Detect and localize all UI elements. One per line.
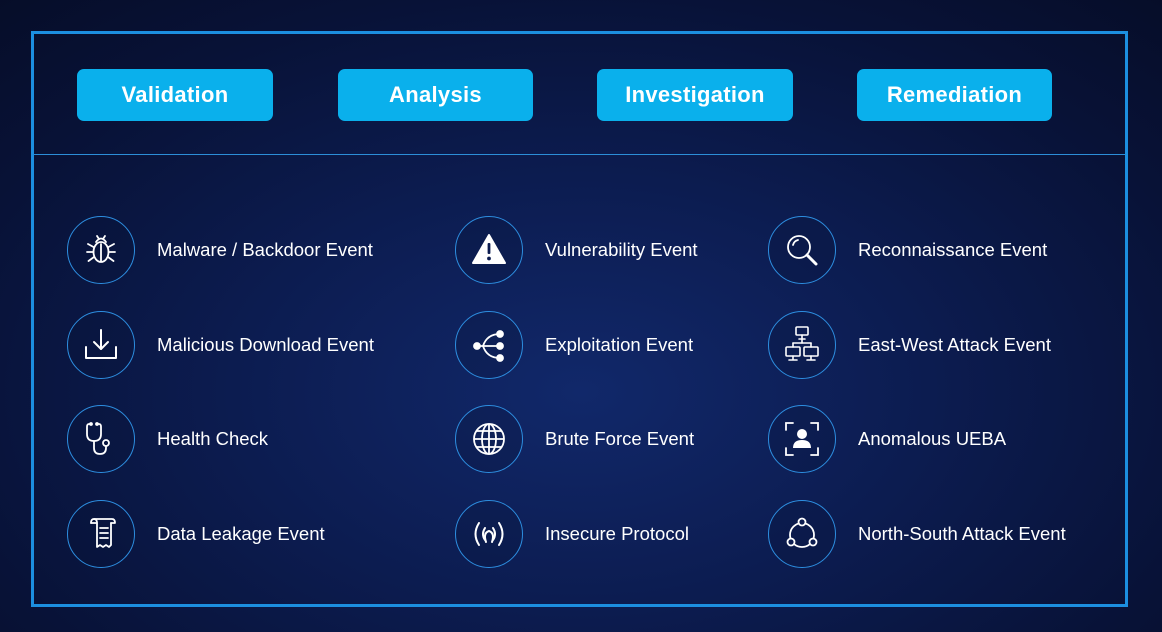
broadcast-icon [455,500,523,568]
bug-icon [67,216,135,284]
event-label: Anomalous UEBA [858,428,1007,449]
tab-analysis[interactable]: Analysis [338,69,533,121]
event-label: Malicious Download Event [157,334,374,355]
event-north-south-attack[interactable]: North-South Attack Event [768,499,1066,569]
event-health-check[interactable]: Health Check [67,404,268,474]
tab-validation[interactable]: Validation [77,69,273,121]
event-reconnaissance[interactable]: Reconnaissance Event [768,215,1047,285]
header-divider [34,154,1125,155]
event-malware-backdoor[interactable]: Malware / Backdoor Event [67,215,373,285]
main-panel: Validation Analysis Investigation Remedi… [31,31,1128,607]
user-focus-icon [768,405,836,473]
event-insecure-protocol[interactable]: Insecure Protocol [455,499,689,569]
event-malicious-download[interactable]: Malicious Download Event [67,310,374,380]
event-label: Exploitation Event [545,334,694,355]
event-label: North-South Attack Event [858,523,1066,544]
magnifier-icon [768,216,836,284]
event-label: Brute Force Event [545,428,695,449]
event-exploitation[interactable]: Exploitation Event [455,310,693,380]
event-vulnerability[interactable]: Vulnerability Event [455,215,698,285]
event-label: Malware / Backdoor Event [157,239,373,260]
event-label: Reconnaissance Event [858,239,1048,260]
event-label: Vulnerability Event [545,239,698,260]
receipt-icon [67,500,135,568]
event-label: Health Check [157,428,269,449]
event-label: East-West Attack Event [858,334,1051,355]
tab-remediation[interactable]: Remediation [857,69,1052,121]
share-icon [455,311,523,379]
event-brute-force[interactable]: Brute Force Event [455,404,694,474]
event-east-west-attack[interactable]: East-West Attack Event [768,310,1051,380]
network-icon [768,311,836,379]
event-label: Data Leakage Event [157,523,325,544]
download-icon [67,311,135,379]
warning-icon [455,216,523,284]
event-data-leakage[interactable]: Data Leakage Event [67,499,325,569]
event-anomalous-ueba[interactable]: Anomalous UEBA [768,404,1006,474]
event-label: Insecure Protocol [545,523,689,544]
globe-icon [455,405,523,473]
stethoscope-icon [67,405,135,473]
cycle-icon [768,500,836,568]
tab-investigation[interactable]: Investigation [597,69,793,121]
